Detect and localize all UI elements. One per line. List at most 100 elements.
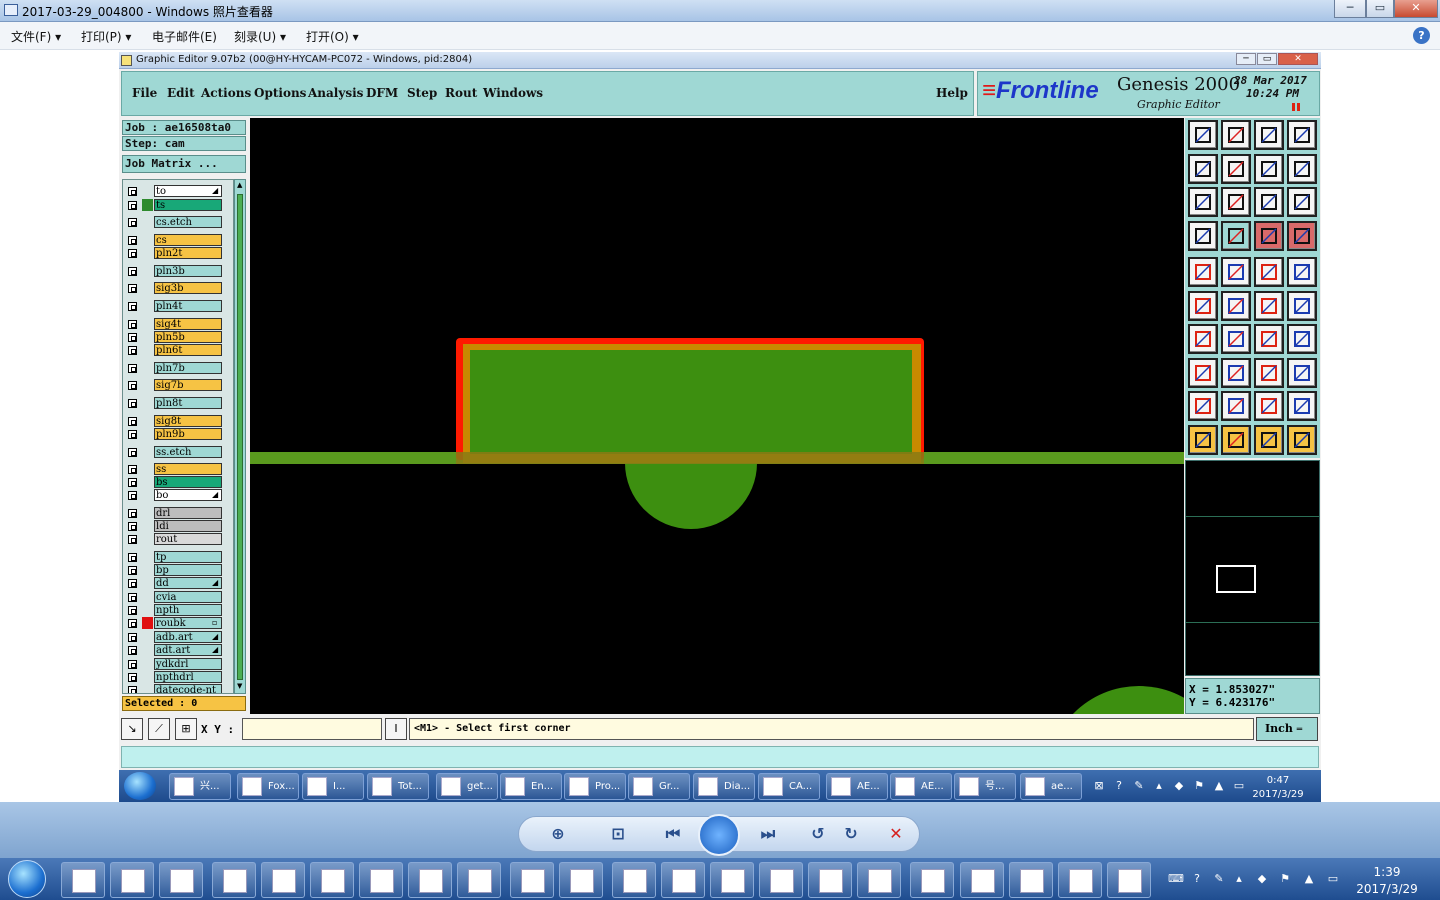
menu-burn[interactable]: 刻录(U) ▾ — [234, 28, 286, 45]
scroll-up-arrow-icon[interactable]: ▲ — [237, 182, 243, 189]
layer-display-checkbox[interactable] — [128, 430, 137, 439]
layer-name[interactable]: datecode-nt — [154, 684, 222, 693]
layer-name[interactable]: sig3b — [154, 282, 222, 294]
dot-icon[interactable] — [1287, 257, 1317, 287]
layer-display-checkbox[interactable] — [128, 364, 137, 373]
layer-display-checkbox[interactable] — [128, 633, 137, 642]
flag-icon[interactable]: ⚑ — [1278, 872, 1292, 886]
layer-name[interactable]: drl — [154, 507, 222, 519]
layer-row[interactable]: rout — [123, 533, 233, 545]
move-left-icon[interactable] — [1188, 154, 1218, 184]
layer-row[interactable]: ldi — [123, 520, 233, 532]
inner-tray-icon[interactable]: ✎ — [1132, 779, 1146, 793]
layer-display-checkbox[interactable] — [128, 673, 137, 682]
a-shape-icon[interactable] — [1254, 391, 1284, 421]
grid-view-icon[interactable] — [1221, 221, 1251, 251]
taskbar-item[interactable] — [457, 862, 501, 898]
taskbar-clock[interactable]: 1:39 2017/3/29 — [1352, 864, 1422, 898]
layer-display-checkbox[interactable] — [128, 448, 137, 457]
panel-icon[interactable] — [1287, 120, 1317, 150]
close-button[interactable]: ✕ — [1394, 0, 1438, 18]
inner-taskbar-item[interactable]: Fox... — [237, 773, 299, 800]
taskbar-item[interactable] — [661, 862, 705, 898]
a-triangle-icon[interactable] — [1221, 391, 1251, 421]
layer-attr2-icon[interactable] — [1287, 221, 1317, 251]
inner-taskbar-item[interactable]: 号... — [954, 773, 1016, 800]
taskbar-item[interactable] — [510, 862, 554, 898]
layer-row[interactable]: cvia — [123, 591, 233, 603]
layer-name[interactable]: pln5b — [154, 331, 222, 343]
maximize-button[interactable]: ▭ — [1366, 0, 1394, 18]
job-matrix-button[interactable]: Job Matrix ... — [122, 155, 246, 173]
one-to-one-icon[interactable] — [1254, 187, 1284, 217]
layer-display-checkbox[interactable] — [128, 381, 137, 390]
layer-list[interactable]: to ◢ ts cs.etch cs pln2t pln3b sig3b pln4t sig4t p… — [122, 179, 234, 694]
previous-icon[interactable]: ⏮ — [660, 822, 686, 846]
layer-name[interactable]: pln9b — [154, 428, 222, 440]
app-tray-icon[interactable]: ◆ — [1255, 872, 1269, 886]
help-icon[interactable]: ? — [1413, 27, 1430, 44]
layer-row[interactable]: dd ◢ — [123, 577, 233, 589]
inner-tray-icon[interactable]: ⚑ — [1192, 779, 1206, 793]
taskbar-item[interactable] — [559, 862, 603, 898]
taskbar-item[interactable] — [310, 862, 354, 898]
layer-name[interactable]: sig8t — [154, 415, 222, 427]
layer-name[interactable]: pln6t — [154, 344, 222, 356]
ge-menu-analysis[interactable]: Analysis — [308, 86, 363, 100]
arc-icon[interactable] — [1254, 324, 1284, 354]
save-icon[interactable] — [1221, 120, 1251, 150]
layer-row[interactable]: sig7b — [123, 379, 233, 391]
keyboard-icon[interactable]: ⌨ — [1168, 872, 1184, 886]
layer-display-checkbox[interactable] — [128, 346, 137, 355]
route-pointer-icon[interactable] — [1287, 425, 1317, 455]
monitor-icon[interactable]: ▭ — [1326, 872, 1340, 886]
layer-row[interactable]: pln5b — [123, 331, 233, 343]
inner-tray-icon[interactable]: ▲ — [1212, 779, 1226, 793]
layer-name[interactable]: npth — [154, 604, 222, 616]
layer-row[interactable]: ss.etch — [123, 446, 233, 458]
ge-menu-step[interactable]: Step — [407, 86, 437, 100]
layer-row[interactable]: bs — [123, 476, 233, 488]
layer-display-checkbox[interactable] — [128, 478, 137, 487]
inner-tray-icon[interactable]: ▭ — [1232, 779, 1246, 793]
layer-name[interactable]: bs — [154, 476, 222, 488]
minimap-viewport[interactable] — [1216, 565, 1256, 593]
rotate-left-icon[interactable]: ↺ — [805, 822, 831, 846]
grid-icon[interactable]: ⊞ — [175, 718, 197, 740]
home-icon[interactable] — [1254, 120, 1284, 150]
ge-menu-dfm[interactable]: DFM — [366, 86, 398, 100]
layer-row[interactable]: pln3b — [123, 265, 233, 277]
layer-name[interactable]: pln8t — [154, 397, 222, 409]
xy-input[interactable] — [242, 718, 382, 740]
help-tray-icon[interactable]: ? — [1190, 872, 1204, 886]
triangle-icon[interactable] — [1188, 391, 1218, 421]
layer-display-checkbox[interactable] — [128, 187, 137, 196]
inner-taskbar-item[interactable]: Tot... — [367, 773, 429, 800]
copy-shape-icon[interactable] — [1287, 358, 1317, 388]
layer-row[interactable]: pln4t — [123, 300, 233, 312]
layer-name[interactable]: cs — [154, 234, 222, 246]
inner-tray-icon[interactable]: ◆ — [1172, 779, 1186, 793]
layer-row[interactable]: drl — [123, 507, 233, 519]
layer-row[interactable]: roubk ▫ — [123, 617, 233, 629]
ruler-icon[interactable] — [1254, 257, 1284, 287]
network-icon[interactable]: ▲ — [1302, 872, 1316, 886]
inner-taskbar-item[interactable]: CA... — [758, 773, 820, 800]
minimize-button[interactable]: ─ — [1334, 0, 1366, 18]
layer-display-checkbox[interactable] — [128, 465, 137, 474]
menu-open[interactable]: 打开(O) ▾ — [306, 28, 359, 45]
layer-row[interactable]: tp — [123, 551, 233, 563]
inner-tray-icon[interactable]: ⊠ — [1092, 779, 1106, 793]
select-shape-icon[interactable] — [1221, 257, 1251, 287]
layer-row[interactable]: pln6t — [123, 344, 233, 356]
ge-restore-button[interactable]: ▭ — [1257, 53, 1277, 65]
inner-taskbar-item[interactable]: Gr... — [628, 773, 690, 800]
scroll-down-arrow-icon[interactable]: ▼ — [237, 683, 243, 690]
layer-row[interactable]: sig3b — [123, 282, 233, 294]
select-pointer-icon[interactable] — [1221, 425, 1251, 455]
inner-tray-icon[interactable]: ? — [1112, 779, 1126, 793]
pad-node-icon[interactable] — [1287, 291, 1317, 321]
layer-name[interactable]: ydkdrl — [154, 658, 222, 670]
blue-nodes-icon[interactable] — [1188, 291, 1218, 321]
ge-menu-edit[interactable]: Edit — [167, 86, 195, 100]
